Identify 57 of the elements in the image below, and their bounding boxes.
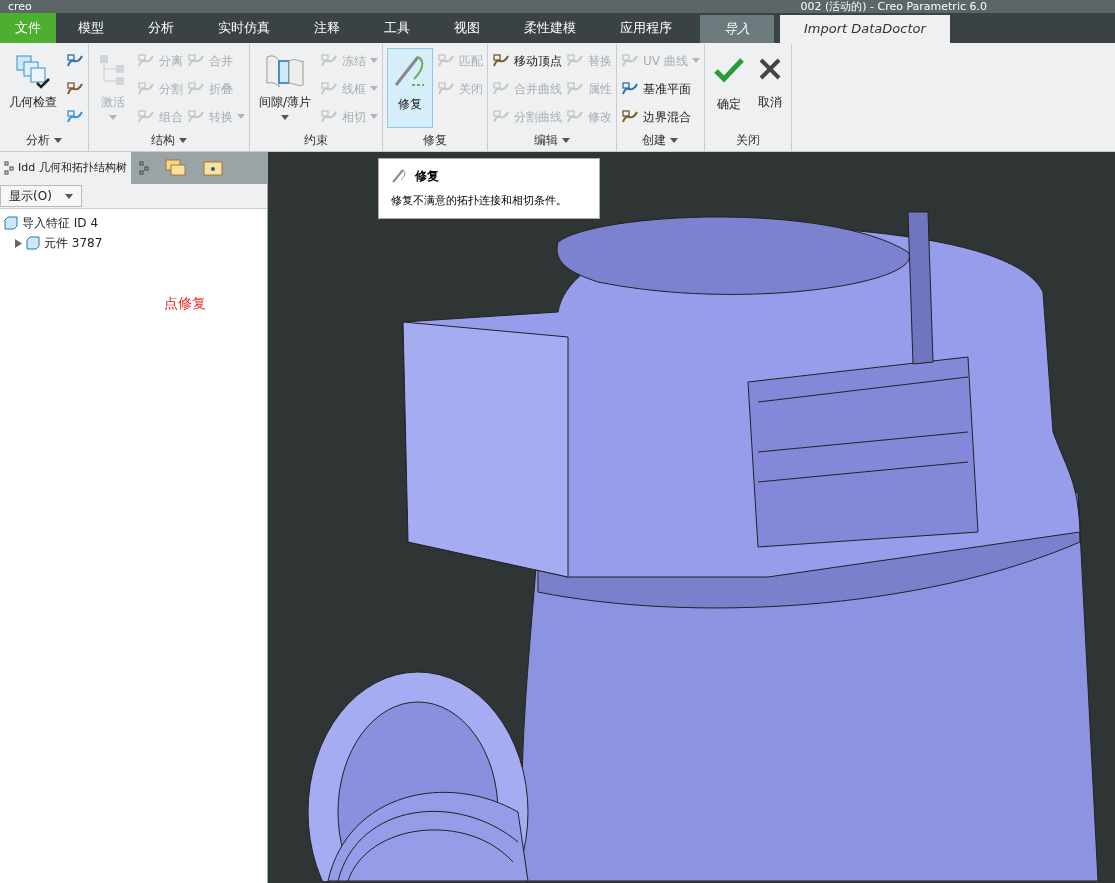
ribbon-tab[interactable]: 实时仿真: [196, 13, 292, 43]
ribbon-tab[interactable]: 工具: [362, 13, 432, 43]
caret-icon: [65, 193, 73, 199]
ribbon-button[interactable]: 几何检查: [4, 48, 62, 128]
ribbon-small-button[interactable]: 边界混合: [621, 105, 700, 128]
group-label[interactable]: 分析: [0, 129, 88, 151]
checkmark-icon: [713, 57, 744, 83]
caret-icon: [237, 114, 245, 119]
tooltip-title: 修复: [415, 168, 439, 185]
ribbon-button[interactable]: 确定: [708, 48, 749, 128]
tree-icon: [138, 161, 149, 175]
gap-sheet-icon: [265, 53, 305, 89]
ribbon-button[interactable]: 间隙/薄片: [254, 48, 317, 128]
ribbon-tab[interactable]: 应用程序: [598, 13, 694, 43]
group-label[interactable]: 关闭: [704, 129, 791, 151]
tree-icon: [4, 161, 14, 175]
part-icon: [26, 236, 40, 250]
group-label[interactable]: 编辑: [488, 129, 617, 151]
ribbon-tab[interactable]: Import DataDoctor: [780, 15, 950, 43]
group-label[interactable]: 修复: [383, 129, 488, 151]
ribbon-button[interactable]: 取消: [752, 48, 787, 128]
caret-icon: [179, 137, 187, 143]
ribbon-tab[interactable]: 柔性建模: [502, 13, 598, 43]
caret-icon: [370, 86, 379, 91]
caret-icon: [370, 58, 379, 63]
display-dropdown[interactable]: 显示(O): [0, 185, 82, 207]
ribbon-button[interactable]: 修复: [387, 48, 434, 128]
caret-icon: [54, 137, 62, 143]
caret-icon: [670, 137, 679, 143]
annotation-note: 点修复: [164, 294, 206, 313]
part-icon: [4, 216, 18, 230]
tree-item[interactable]: 元件 3787: [14, 233, 267, 253]
group-label[interactable]: 创建: [617, 129, 704, 151]
caret-icon: [562, 137, 571, 143]
cubes-check-icon: [15, 53, 51, 89]
tooltip-text: 修复不满意的拓扑连接和相切条件。: [391, 193, 568, 209]
ribbon-tab[interactable]: 导入: [700, 15, 774, 43]
ribbon-tab[interactable]: 模型: [56, 13, 126, 43]
ribbon-small-button[interactable]: 基准平面: [621, 77, 700, 100]
close-icon: [757, 57, 782, 81]
ribbon-small-button[interactable]: 移动顶点: [492, 49, 563, 72]
ribbon-tab[interactable]: 视图: [432, 13, 502, 43]
window-title: 002 (活动的) - Creo Parametric 6.0: [800, 1, 987, 12]
ribbon-tab[interactable]: 分析: [126, 13, 196, 43]
panel-tab[interactable]: Idd 几何和拓扑结构树: [0, 152, 131, 184]
folders-icon: [164, 159, 187, 177]
tree-item[interactable]: 导入特征 ID 4: [4, 213, 267, 233]
group-label[interactable]: 约束: [250, 129, 383, 151]
caret-icon: [370, 114, 379, 119]
caret-icon: [109, 115, 117, 120]
collapsed-arrow-icon[interactable]: [14, 238, 22, 248]
needle-icon: [391, 168, 407, 184]
caret-icon: [281, 115, 289, 120]
app-logo: creo: [8, 1, 32, 12]
group-label[interactable]: 结构: [89, 129, 249, 151]
caret-icon: [691, 58, 700, 63]
ribbon-tab[interactable]: 注释: [292, 13, 362, 43]
